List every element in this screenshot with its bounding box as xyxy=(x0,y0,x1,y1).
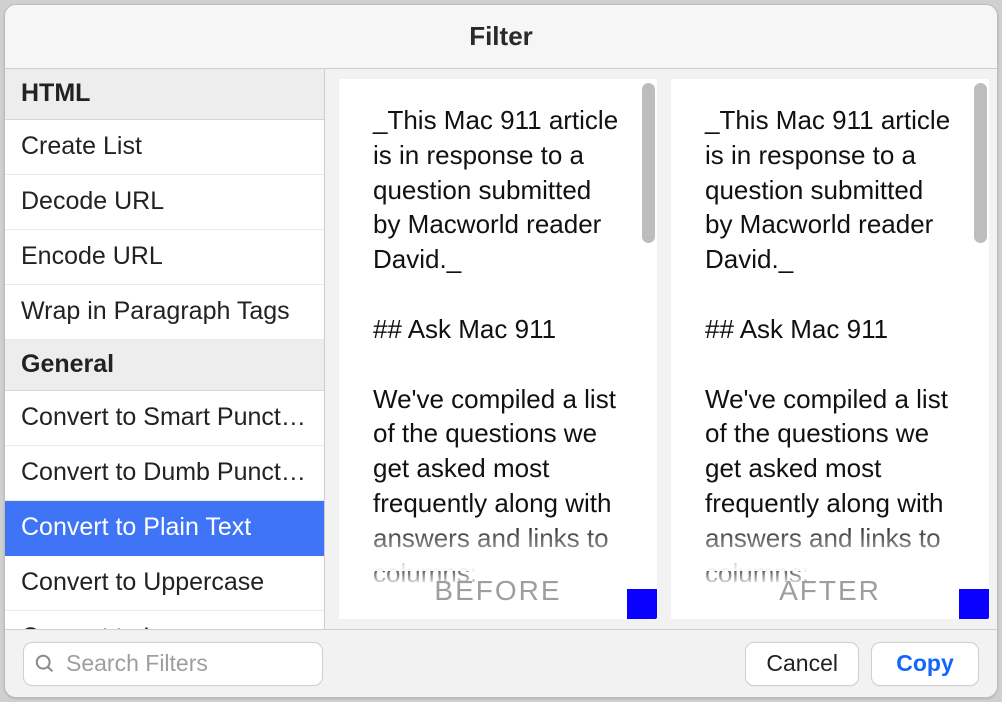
after-scrollbar-thumb[interactable] xyxy=(974,83,987,243)
sidebar-section-header-general: General xyxy=(5,340,324,391)
sidebar-item-convert-dumb-punctuation[interactable]: Convert to Dumb Punctuation xyxy=(5,446,324,501)
filter-window: Filter HTML Create List Decode URL Encod… xyxy=(4,4,998,698)
before-scrollbar[interactable] xyxy=(637,79,657,619)
titlebar: Filter xyxy=(5,5,997,69)
sidebar-item-convert-smart-punctuation[interactable]: Convert to Smart Punctuation xyxy=(5,391,324,446)
after-scrollbar[interactable] xyxy=(969,79,989,619)
after-resize-corner[interactable] xyxy=(959,589,989,619)
copy-button[interactable]: Copy xyxy=(871,642,979,686)
before-pane: _This Mac 911 article is in response to … xyxy=(339,79,657,619)
sidebar-item-decode-url[interactable]: Decode URL xyxy=(5,175,324,230)
sidebar-item-encode-url[interactable]: Encode URL xyxy=(5,230,324,285)
sidebar-item-convert-uppercase[interactable]: Convert to Uppercase xyxy=(5,556,324,611)
window-title: Filter xyxy=(469,21,533,52)
sidebar-item-wrap-paragraph-tags[interactable]: Wrap in Paragraph Tags xyxy=(5,285,324,340)
preview-area: _This Mac 911 article is in response to … xyxy=(325,69,997,629)
bottombar: Cancel Copy xyxy=(5,629,997,697)
sidebar[interactable]: HTML Create List Decode URL Encode URL W… xyxy=(5,69,325,629)
after-text[interactable]: _This Mac 911 article is in response to … xyxy=(671,79,989,619)
sidebar-item-create-list[interactable]: Create List xyxy=(5,120,324,175)
search-icon xyxy=(34,653,56,675)
sidebar-section-header-html: HTML xyxy=(5,69,324,120)
cancel-button[interactable]: Cancel xyxy=(745,642,859,686)
before-resize-corner[interactable] xyxy=(627,589,657,619)
search-field-wrap[interactable] xyxy=(23,642,323,686)
after-pane: _This Mac 911 article is in response to … xyxy=(671,79,989,619)
sidebar-item-convert-plain-text[interactable]: Convert to Plain Text xyxy=(5,501,324,556)
before-scrollbar-thumb[interactable] xyxy=(642,83,655,243)
search-input[interactable] xyxy=(64,649,312,678)
before-text[interactable]: _This Mac 911 article is in response to … xyxy=(339,79,657,619)
content-area: HTML Create List Decode URL Encode URL W… xyxy=(5,69,997,629)
sidebar-item-convert-lowercase[interactable]: Convert to Lowercase xyxy=(5,611,324,629)
